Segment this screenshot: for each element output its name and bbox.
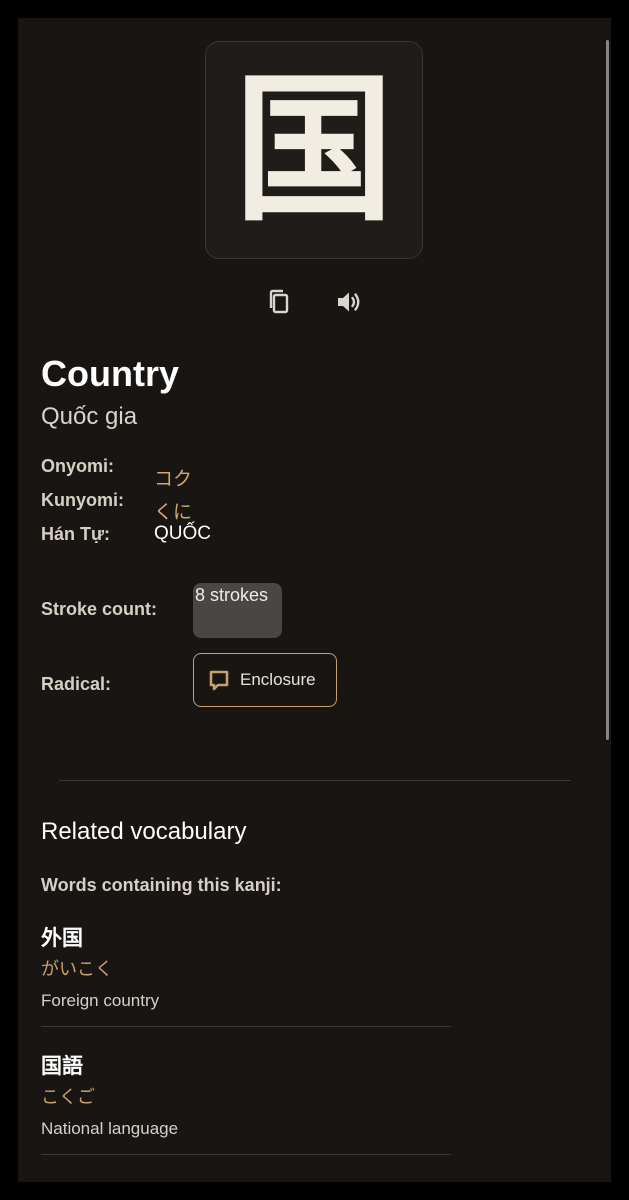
kanji-detail-panel: 国 Country Quốc gia Onyomi: コク Kunyomi: く… bbox=[18, 18, 611, 1182]
onyomi-value: コク bbox=[154, 468, 193, 490]
related-vocabulary-subtitle: Words containing this kanji: bbox=[41, 875, 282, 895]
kunyomi-label: Kunyomi: bbox=[41, 490, 124, 510]
vocab-reading: がいこく bbox=[41, 959, 113, 980]
meaning-english: Country bbox=[41, 353, 179, 394]
kunyomi-value: くに bbox=[154, 501, 193, 523]
vocab-divider bbox=[41, 1026, 451, 1027]
hantu-value: QUỐC bbox=[154, 523, 211, 544]
scrollbar[interactable] bbox=[606, 40, 609, 740]
hantu-label: Hán Tự: bbox=[41, 524, 111, 544]
kanji-character: 国 bbox=[233, 56, 394, 243]
vocab-divider bbox=[41, 1154, 451, 1155]
vocab-item[interactable]: 国語 こくご National language bbox=[41, 1051, 451, 1155]
radical-button[interactable]: Enclosure bbox=[193, 653, 337, 707]
vocab-meaning: National language bbox=[41, 1119, 179, 1138]
radical-label: Radical: bbox=[41, 674, 112, 694]
vocab-item[interactable]: 外国 がいこく Foreign country bbox=[41, 923, 451, 1027]
related-vocabulary-title: Related vocabulary bbox=[41, 818, 247, 845]
stroke-count-badge: 8 strokes bbox=[193, 583, 282, 638]
onyomi-label: Onyomi: bbox=[41, 456, 115, 476]
meaning-vietnamese: Quốc gia bbox=[41, 403, 138, 430]
section-divider bbox=[59, 780, 571, 781]
copy-icon bbox=[269, 289, 289, 314]
enclosure-icon bbox=[209, 670, 229, 691]
vocab-word: 国語 bbox=[41, 1054, 83, 1078]
copy-button[interactable] bbox=[265, 288, 293, 316]
play-audio-button[interactable] bbox=[335, 288, 363, 316]
speaker-icon bbox=[338, 292, 360, 312]
stroke-count-label: Stroke count: bbox=[41, 599, 158, 619]
vocab-reading: こくご bbox=[41, 1087, 95, 1108]
vocab-word: 外国 bbox=[41, 926, 83, 950]
radical-value: Enclosure bbox=[240, 670, 316, 689]
vocab-meaning: Foreign country bbox=[41, 991, 160, 1010]
kanji-display: 国 bbox=[205, 41, 423, 259]
